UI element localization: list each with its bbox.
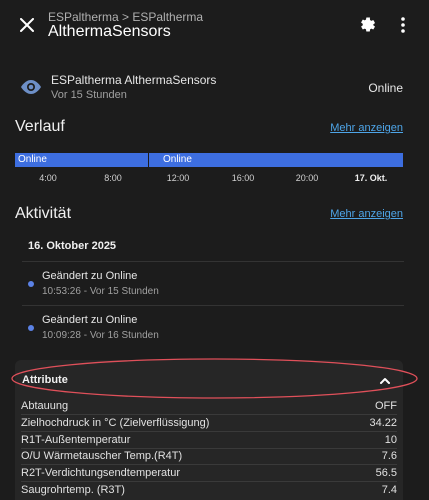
history-timeline[interactable]: Online Online (15, 153, 403, 167)
activity-item[interactable]: Geändert zu Online 10:09:28 - Vor 16 Stu… (22, 308, 404, 348)
divider (22, 261, 404, 262)
history-more-link[interactable]: Mehr anzeigen (330, 122, 403, 134)
activity-time: 10:53:26 - Vor 15 Stunden (42, 286, 159, 297)
timeline-segment[interactable]: Online (160, 153, 403, 167)
divider (21, 414, 397, 415)
gear-icon (361, 17, 375, 32)
timeline-tick: 20:00 (295, 173, 319, 183)
activity-label: Geändert zu Online (42, 314, 138, 326)
activity-title: Aktivität (15, 205, 72, 222)
breadcrumb[interactable]: ESPaltherma > ESPaltherma (48, 10, 203, 24)
entity-state-row[interactable]: ESPaltherma AlthermaSensors Vor 15 Stund… (0, 66, 429, 110)
divider (21, 431, 397, 432)
timeline-tick: 8:00 (104, 173, 122, 183)
timeline-divider (148, 153, 149, 167)
activity-more-link[interactable]: Mehr anzeigen (330, 208, 403, 220)
divider (21, 448, 397, 449)
attribute-value: 7.6 (381, 450, 397, 462)
dialog-header: ESPaltherma > ESPaltherma AlthermaSensor… (0, 0, 429, 52)
attribute-key: O/U Wärmetauscher Temp.(R4T) (21, 450, 183, 462)
settings-button[interactable] (354, 12, 380, 38)
timeline-tick: 17. Okt. (354, 173, 388, 183)
entity-name: ESPaltherma AlthermaSensors (51, 73, 217, 87)
attribute-row: Saugrohrtemp. (R3T) 7.4 (21, 484, 397, 500)
eye-icon (21, 80, 41, 94)
highlight-annotation (11, 358, 418, 399)
attribute-key: Abtauung (21, 400, 69, 412)
activity-dot-icon (28, 281, 34, 287)
close-button[interactable] (12, 10, 42, 40)
timeline-tick: 4:00 (39, 173, 57, 183)
activity-dot-icon (28, 325, 34, 331)
timeline-tick: 12:00 (166, 173, 190, 183)
more-options-button[interactable] (392, 12, 414, 38)
attribute-value: 10 (384, 434, 397, 446)
close-icon (20, 18, 34, 32)
entity-state: Online (368, 81, 403, 95)
history-title: Verlauf (15, 118, 65, 135)
attribute-value: 7.4 (381, 484, 397, 496)
more-vert-icon (401, 17, 405, 33)
activity-item[interactable]: Geändert zu Online 10:53:26 - Vor 15 Stu… (22, 264, 404, 304)
attribute-key: Saugrohrtemp. (R3T) (21, 484, 125, 496)
timeline-tick: 16:00 (231, 173, 255, 183)
attribute-key: R1T-Außentemperatur (21, 434, 131, 446)
divider (21, 464, 397, 465)
attribute-key: Zielhochdruck in °C (Zielverflüssigung) (21, 417, 210, 429)
timeline-segment[interactable]: Online (15, 153, 148, 167)
attribute-value: OFF (375, 400, 397, 412)
activity-date: 16. Oktober 2025 (28, 240, 117, 252)
page-title: AlthermaSensors (48, 23, 171, 40)
divider (21, 481, 397, 482)
activity-time: 10:09:28 - Vor 16 Stunden (42, 330, 159, 341)
entity-last-changed: Vor 15 Stunden (51, 89, 127, 101)
divider (22, 305, 404, 306)
activity-label: Geändert zu Online (42, 270, 138, 282)
attribute-value: 34.22 (369, 417, 397, 429)
attribute-key: R2T-Verdichtungsendtemperatur (21, 467, 180, 479)
attribute-value: 56.5 (375, 467, 397, 479)
